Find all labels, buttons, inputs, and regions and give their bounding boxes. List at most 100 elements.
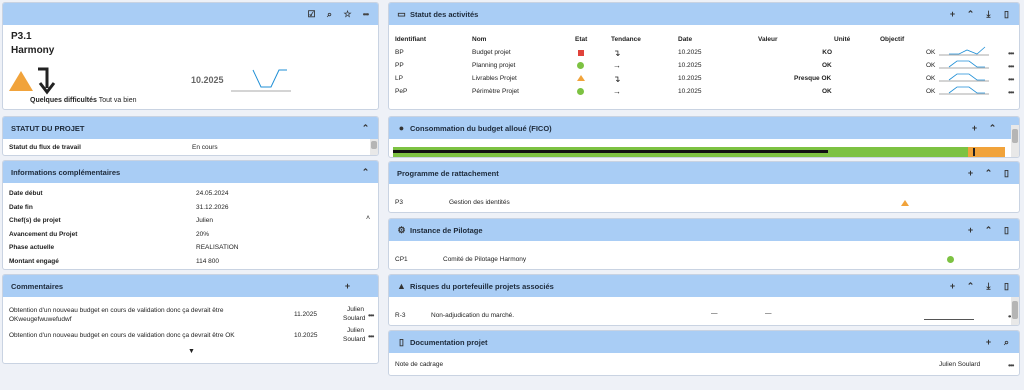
scrollbar[interactable]: [370, 139, 378, 155]
status-label: Quelques difficultés Tout va bien: [30, 97, 136, 104]
risque-col1: —: [711, 310, 718, 317]
col-identifiant: Identifiant: [395, 36, 427, 43]
document-icon[interactable]: ▯: [1002, 281, 1011, 291]
activity-1-unite: KO: [822, 49, 832, 56]
add-icon[interactable]: +: [966, 225, 975, 235]
checkbox-icon[interactable]: ☑: [307, 9, 316, 19]
documentation-more-icon[interactable]: •••: [1008, 361, 1014, 370]
add-icon[interactable]: +: [984, 337, 993, 347]
download-icon[interactable]: ⤓: [984, 9, 993, 19]
activity-2-id: PP: [395, 62, 404, 69]
document-icon[interactable]: ▯: [1002, 9, 1011, 19]
chevron-up-icon[interactable]: ⌃: [988, 123, 997, 133]
info-value-date-debut: 24.05.2024: [196, 190, 229, 197]
add-icon[interactable]: +: [966, 168, 975, 178]
pilotage-header: ⚙ Instance de Pilotage + ⌃ ▯: [389, 219, 1019, 241]
col-etat: Etat: [575, 36, 588, 43]
warning-triangle-icon: [9, 71, 33, 91]
risque-id: R-3: [395, 312, 406, 319]
activity-3-nom: Livrables Projet: [472, 75, 517, 82]
gear-icon: ⚙: [397, 224, 406, 235]
add-icon[interactable]: +: [343, 281, 352, 291]
expand-caret-icon[interactable]: ˄: [366, 215, 370, 222]
documentation-panel: ▯ Documentation projet + ⌕ Note de cadrag…: [388, 330, 1020, 376]
comment-2-more-icon[interactable]: •••: [368, 332, 374, 341]
comment-2-author-last: Soulard: [343, 336, 366, 343]
activity-1-id: BP: [395, 49, 404, 56]
status-sub-text: Tout va bien: [98, 97, 137, 104]
info-value-phase: REALISATION: [196, 244, 239, 251]
document-icon[interactable]: ▯: [1002, 168, 1011, 178]
risque-col2: —: [765, 310, 772, 317]
infos-panel: Informations complémentaires ⌃ Date débu…: [2, 160, 379, 270]
activity-4-etat-green-dot-icon: [577, 88, 584, 95]
battery-icon: ▭: [397, 8, 406, 19]
rattachement-header: Programme de rattachement + ⌃ ▯: [389, 162, 1019, 184]
infos-title: Informations complémentaires: [11, 167, 121, 177]
comment-1-more-icon[interactable]: •••: [368, 311, 374, 320]
budget-panel: ● Consommation du budget alloué (FICO) + …: [388, 116, 1020, 158]
activity-4-date: 10.2025: [678, 88, 702, 95]
load-more-caret-icon[interactable]: ▼: [188, 348, 195, 355]
rattachement-id: P3: [395, 199, 403, 206]
info-value-chef: Julien: [196, 217, 213, 224]
chat-bubble-icon: ●: [398, 122, 405, 133]
pilotage-status-green-dot-icon: [947, 256, 954, 263]
document-icon[interactable]: ▯: [1002, 225, 1011, 235]
project-name: Harmony: [11, 45, 55, 56]
col-objectif: Objectif: [880, 36, 905, 43]
documentation-author: Julien Soulard: [939, 361, 981, 368]
activity-3-more-icon[interactable]: •••: [1008, 75, 1014, 84]
add-icon[interactable]: +: [970, 123, 979, 133]
activity-3-tendance: ↴: [613, 74, 621, 84]
documentation-title: Documentation projet: [410, 337, 488, 347]
download-icon[interactable]: ⤓: [984, 281, 993, 291]
risques-title: Risques du portefeuille projets associés: [410, 281, 554, 291]
activites-title: Statut des activités: [410, 9, 479, 19]
chevron-up-icon[interactable]: ⌃: [361, 167, 370, 177]
warning-icon: ▲: [397, 280, 406, 291]
add-icon[interactable]: +: [948, 281, 957, 291]
activity-4-objectif: OK: [926, 88, 936, 95]
col-tendance: Tendance: [611, 36, 641, 43]
chevron-up-icon[interactable]: ⌃: [984, 168, 993, 178]
infos-header: Informations complémentaires ⌃: [3, 161, 378, 183]
activity-3-id: LP: [395, 75, 403, 82]
chevron-up-icon[interactable]: ⌃: [361, 123, 370, 133]
pilotage-panel: ⚙ Instance de Pilotage + ⌃ ▯ CP1 Comité d…: [388, 218, 1020, 270]
activites-header: ▭ Statut des activités + ⌃ ⤓ ▯: [389, 3, 1019, 25]
activity-2-more-icon[interactable]: •••: [1008, 62, 1014, 71]
activites-panel: ▭ Statut des activités + ⌃ ⤓ ▯ Identifian…: [388, 2, 1020, 110]
info-label-chef: Chef(s) de projet: [9, 217, 61, 224]
pilotage-id: CP1: [395, 256, 408, 263]
scrollbar[interactable]: [1011, 125, 1019, 157]
risques-header: ▲ Risques du portefeuille projets associé…: [389, 275, 1019, 297]
workflow-status-label: Statut du flux de travail: [9, 144, 81, 151]
info-label-avancement: Avancement du Projet: [9, 231, 78, 238]
scrollbar[interactable]: [1011, 297, 1019, 325]
chevron-up-icon[interactable]: ⌃: [966, 281, 975, 291]
project-code: P3.1: [11, 31, 32, 42]
trend-down-arrow-icon: [38, 67, 56, 95]
risques-panel: ▲ Risques du portefeuille projets associé…: [388, 274, 1020, 326]
commentaires-title: Commentaires: [11, 281, 64, 291]
risque-line: [924, 319, 974, 320]
activity-1-tendance: ↴: [613, 48, 621, 58]
chevron-up-icon[interactable]: ⌃: [966, 9, 975, 19]
activity-4-tendance: →: [613, 87, 621, 96]
info-value-montant: 114 800: [196, 258, 220, 265]
comment-2-date: 10.2025: [294, 332, 318, 339]
activity-2-tendance: →: [613, 61, 621, 70]
chevron-up-icon[interactable]: ⌃: [984, 225, 993, 235]
add-icon[interactable]: +: [948, 9, 957, 19]
activity-4-more-icon[interactable]: •••: [1008, 88, 1014, 97]
star-icon[interactable]: ☆: [343, 9, 352, 19]
project-summary-panel: ☑ ⌕ ☆ ••• P3.1 Harmony 10.2025 Quelques …: [2, 2, 379, 110]
comment-1-author-last: Soulard: [343, 315, 366, 322]
search-icon[interactable]: ⌕: [1002, 337, 1011, 347]
more-icon[interactable]: •••: [361, 10, 370, 19]
rattachement-status-triangle-icon: [901, 200, 909, 206]
activity-3-objectif: OK: [926, 75, 936, 82]
search-icon[interactable]: ⌕: [325, 9, 334, 19]
activity-1-more-icon[interactable]: •••: [1008, 49, 1014, 58]
